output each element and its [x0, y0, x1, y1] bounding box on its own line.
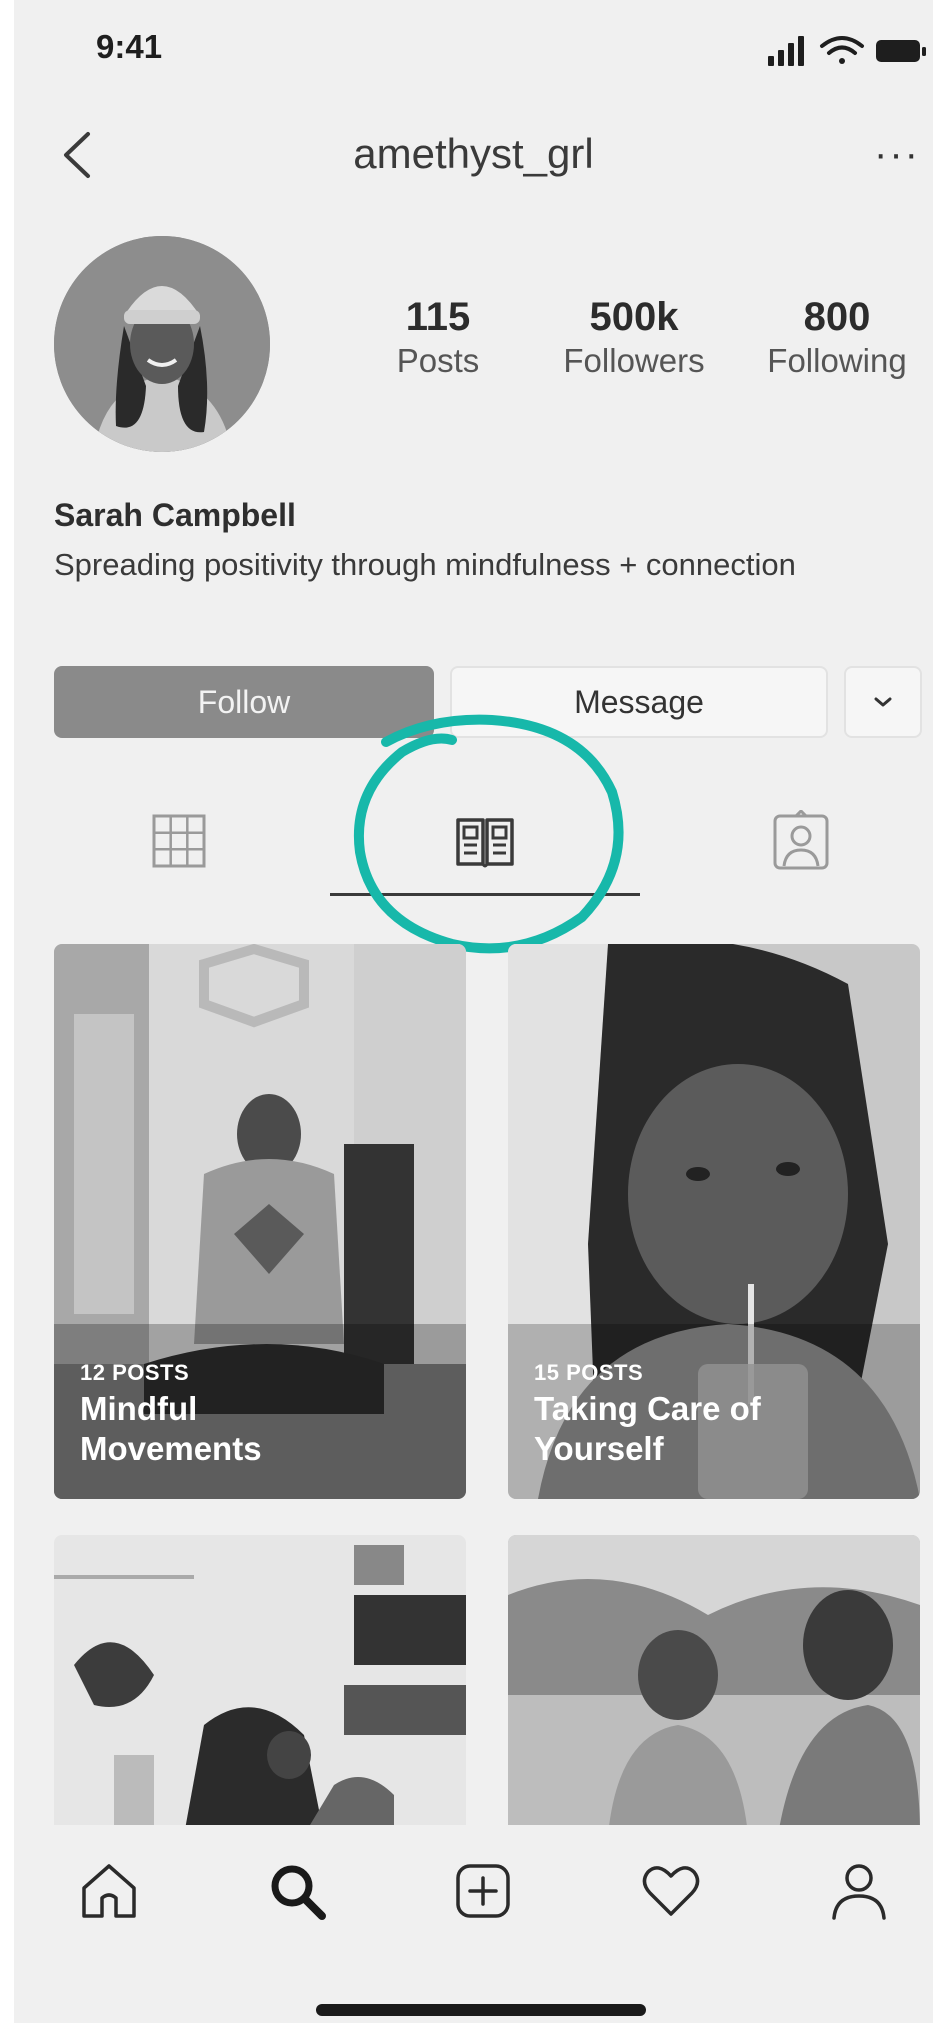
- tagged-icon[interactable]: [770, 810, 832, 872]
- profile-name: Sarah Campbell: [54, 497, 296, 533]
- signal-icon: [768, 36, 804, 66]
- profile-bio: Spreading positivity through mindfulness…: [54, 547, 796, 582]
- guide-card[interactable]: 15 POSTS Taking Care of Yourself: [508, 944, 920, 1499]
- profile-icon[interactable]: [826, 1858, 892, 1924]
- highlight-annotation-circle: [354, 714, 624, 954]
- guide-title-line2: Movements: [80, 1430, 262, 1467]
- following-label: Following: [767, 342, 907, 379]
- grid-icon[interactable]: [148, 810, 210, 872]
- following-count: 800: [803, 295, 871, 339]
- followers-stat[interactable]: 500k Followers: [544, 295, 724, 380]
- status-time: 9:41: [96, 28, 163, 65]
- posts-stat[interactable]: 115 Posts: [367, 295, 509, 380]
- guide-post-count: 15 POSTS: [534, 1360, 644, 1385]
- more-options-icon[interactable]: ···: [874, 132, 920, 177]
- add-post-icon[interactable]: [450, 1858, 516, 1924]
- guide-card-photo: [508, 1535, 920, 1835]
- search-icon[interactable]: [264, 1858, 330, 1924]
- guide-title-line1: Taking Care of: [534, 1390, 761, 1427]
- suggested-accounts-button[interactable]: [844, 666, 922, 738]
- followers-count: 500k: [589, 295, 679, 339]
- guide-title-line1: Mindful: [80, 1390, 198, 1427]
- guide-card[interactable]: 12 POSTS Mindful Movements: [54, 944, 466, 1499]
- wifi-icon: [820, 36, 864, 64]
- guide-card-photo: [54, 1535, 466, 1835]
- posts-label: Posts: [396, 342, 480, 379]
- avatar-photo: [54, 236, 270, 452]
- guide-title-line2: Yourself: [534, 1430, 664, 1467]
- phone-screen: 9:41 amethyst_grl ··· 115 Posts 500k Fol…: [14, 0, 933, 2023]
- following-stat[interactable]: 800 Following: [747, 295, 927, 380]
- guide-card[interactable]: [54, 1535, 466, 1835]
- battery-icon: [876, 40, 926, 62]
- avatar: [54, 236, 270, 452]
- guide-post-count: 12 POSTS: [80, 1360, 190, 1385]
- home-icon[interactable]: [76, 1858, 142, 1924]
- profile-username: amethyst_grl: [353, 130, 594, 177]
- chevron-down-icon: [874, 697, 892, 707]
- home-indicator[interactable]: [316, 2004, 646, 2016]
- guide-card[interactable]: [508, 1535, 920, 1835]
- activity-heart-icon[interactable]: [638, 1858, 704, 1924]
- posts-count: 115: [405, 295, 471, 339]
- status-icons: [768, 36, 926, 66]
- followers-label: Followers: [563, 342, 705, 379]
